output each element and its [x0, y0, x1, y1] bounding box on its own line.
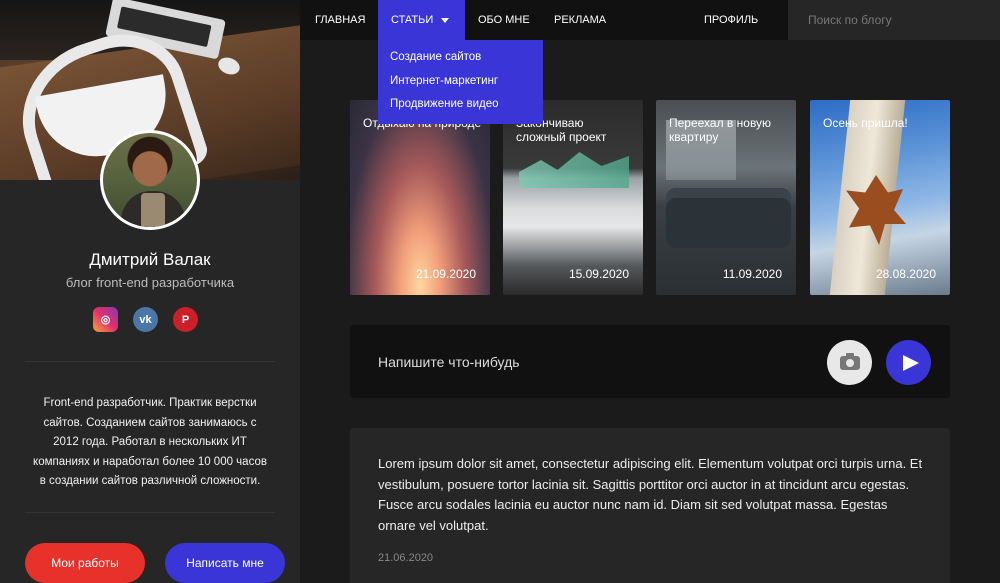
nav-profile[interactable]: ПРОФИЛЬ [704, 0, 758, 40]
nav-ads[interactable]: РЕКЛАМА [554, 0, 606, 40]
story-card[interactable]: Осень пришла! 28.08.2020 [810, 100, 950, 295]
dropdown-item-marketing[interactable]: Интернет-маркетинг [378, 74, 543, 98]
page: Дмитрий Валак блог front-end разработчик… [0, 0, 1000, 583]
articles-dropdown: Создание сайтов Интернет-маркетинг Продв… [378, 40, 543, 124]
camera-icon [839, 352, 860, 370]
avatar [100, 130, 200, 230]
post-text: Lorem ipsum dolor sit amet, consectetur … [378, 456, 923, 533]
top-navigation: ГЛАВНАЯ СТАТЬИ ОБО МНЕ РЕКЛАМА ПРОФИЛЬ [300, 0, 1000, 40]
card-title: Переехал в новую квартиру [669, 116, 772, 144]
card-date: 28.08.2020 [875, 267, 936, 281]
post-composer: Напишите что-нибудь [350, 325, 950, 398]
nav-about[interactable]: ОБО МНЕ [478, 0, 530, 40]
nav-articles-label: СТАТЬИ [391, 14, 434, 26]
card-date: 21.09.2020 [415, 267, 476, 281]
nav-home[interactable]: ГЛАВНАЯ [315, 0, 365, 40]
search-input[interactable] [788, 0, 1000, 40]
chevron-down-icon [441, 17, 450, 23]
send-button[interactable] [886, 340, 931, 385]
write-me-button[interactable]: Написать мне [165, 543, 285, 583]
card-title: Осень пришла! [823, 116, 908, 130]
profile-name: Дмитрий Валак [89, 250, 211, 269]
story-cards: Отдыхаю на природе 21.09.2020 Закончиваю… [350, 100, 950, 295]
card-date: 15.09.2020 [568, 267, 629, 281]
story-card[interactable]: Переехал в новую квартиру 11.09.2020 [656, 100, 796, 295]
vk-icon[interactable]: vk [133, 307, 158, 332]
profile-about: Front-end разработчик. Практик верстки с… [33, 397, 267, 487]
story-card[interactable]: Отдыхаю на природе 21.09.2020 [350, 100, 490, 295]
blog-post: Lorem ipsum dolor sit amet, consectetur … [350, 428, 950, 583]
my-works-button[interactable]: Мои работы [25, 543, 145, 583]
social-links: ◎ vk P [93, 307, 198, 332]
profile-sidebar: Дмитрий Валак блог front-end разработчик… [0, 0, 300, 583]
send-icon [902, 354, 919, 371]
profile-subtitle: блог front-end разработчика [65, 275, 235, 290]
nav-articles[interactable]: СТАТЬИ [378, 0, 465, 40]
attach-photo-button[interactable] [827, 340, 872, 385]
card-date: 11.09.2020 [722, 267, 782, 281]
divider [25, 361, 275, 362]
search-box [788, 0, 1000, 40]
story-card[interactable]: Закончиваю сложный проект 15.09.2020 [503, 100, 643, 295]
composer-input[interactable]: Напишите что-нибудь [378, 354, 520, 370]
divider [25, 512, 275, 513]
post-date: 21.06.2020 [378, 552, 434, 564]
instagram-icon[interactable]: ◎ [93, 307, 118, 332]
dropdown-item-websites[interactable]: Создание сайтов [378, 50, 543, 74]
dropdown-item-video[interactable]: Продвижение видео [378, 97, 543, 121]
pinterest-icon[interactable]: P [173, 307, 198, 332]
